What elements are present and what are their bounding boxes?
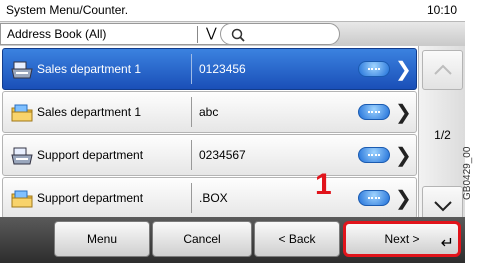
enter-icon: ↵ bbox=[440, 235, 454, 252]
row-divider bbox=[191, 183, 192, 213]
row-divider bbox=[191, 54, 192, 84]
scroll-up-button[interactable] bbox=[422, 50, 463, 90]
row-number: .BOX bbox=[199, 191, 228, 205]
chevron-right-icon[interactable]: ❯ bbox=[395, 143, 412, 168]
cancel-button[interactable]: Cancel bbox=[152, 221, 252, 257]
address-book-screen: System Menu/Counter. 10:10 Address Book … bbox=[0, 0, 465, 263]
scroll-up-icon bbox=[434, 64, 452, 75]
row-name: Sales department 1 bbox=[37, 105, 142, 119]
address-book-select[interactable]: Address Book (All) ⋁ bbox=[0, 23, 248, 45]
page-indicator: 1/2 bbox=[434, 128, 451, 142]
step-callout: 1 bbox=[315, 168, 332, 201]
next-button[interactable]: Next > ↵ bbox=[343, 221, 461, 257]
row-number: 0234567 bbox=[199, 148, 246, 162]
screen-title: System Menu/Counter. bbox=[6, 3, 129, 17]
folder-icon bbox=[11, 103, 33, 123]
chevron-down-icon: ⋁ bbox=[206, 25, 217, 40]
address-book-select-label: Address Book (All) bbox=[7, 27, 107, 41]
detail-icon[interactable] bbox=[358, 147, 390, 163]
row-number: 0123456 bbox=[199, 62, 246, 76]
address-row[interactable]: Sales department 1 0123456 ❯ bbox=[2, 48, 417, 90]
detail-icon[interactable] bbox=[358, 61, 390, 77]
row-divider bbox=[191, 97, 192, 127]
bottom-bar: Menu Cancel < Back Next > ↵ bbox=[0, 217, 465, 263]
next-button-label: Next > bbox=[384, 232, 420, 246]
status-bar: System Menu/Counter. 10:10 bbox=[0, 0, 465, 22]
row-name: Support department bbox=[37, 148, 144, 162]
filter-bar: Address Book (All) ⋁ bbox=[0, 22, 465, 46]
select-divider bbox=[197, 26, 198, 43]
chevron-right-icon[interactable]: ❯ bbox=[395, 186, 412, 211]
row-name: Support department bbox=[37, 191, 144, 205]
row-name: Sales department 1 bbox=[37, 62, 142, 76]
fax-machine-icon bbox=[11, 60, 33, 80]
scroll-column: 1/2 bbox=[418, 46, 465, 230]
scroll-down-icon bbox=[434, 201, 452, 212]
address-row[interactable]: Support department .BOX ❯ bbox=[2, 177, 417, 219]
detail-icon[interactable] bbox=[358, 190, 390, 206]
chevron-right-icon[interactable]: ❯ bbox=[395, 100, 412, 125]
address-row[interactable]: Sales department 1 abc ❯ bbox=[2, 91, 417, 133]
fax-machine-icon bbox=[11, 146, 33, 166]
detail-icon[interactable] bbox=[358, 104, 390, 120]
row-number: abc bbox=[199, 105, 219, 119]
address-row[interactable]: Support department 0234567 ❯ bbox=[2, 134, 417, 176]
chevron-right-icon[interactable]: ❯ bbox=[395, 57, 412, 82]
menu-button[interactable]: Menu bbox=[54, 221, 150, 257]
clock: 10:10 bbox=[426, 3, 457, 17]
row-divider bbox=[191, 140, 192, 170]
back-button[interactable]: < Back bbox=[254, 221, 340, 257]
figure-code: GB0429_00 bbox=[462, 146, 473, 200]
search-icon bbox=[231, 28, 245, 42]
search-button[interactable] bbox=[220, 23, 340, 45]
folder-icon bbox=[11, 189, 33, 209]
